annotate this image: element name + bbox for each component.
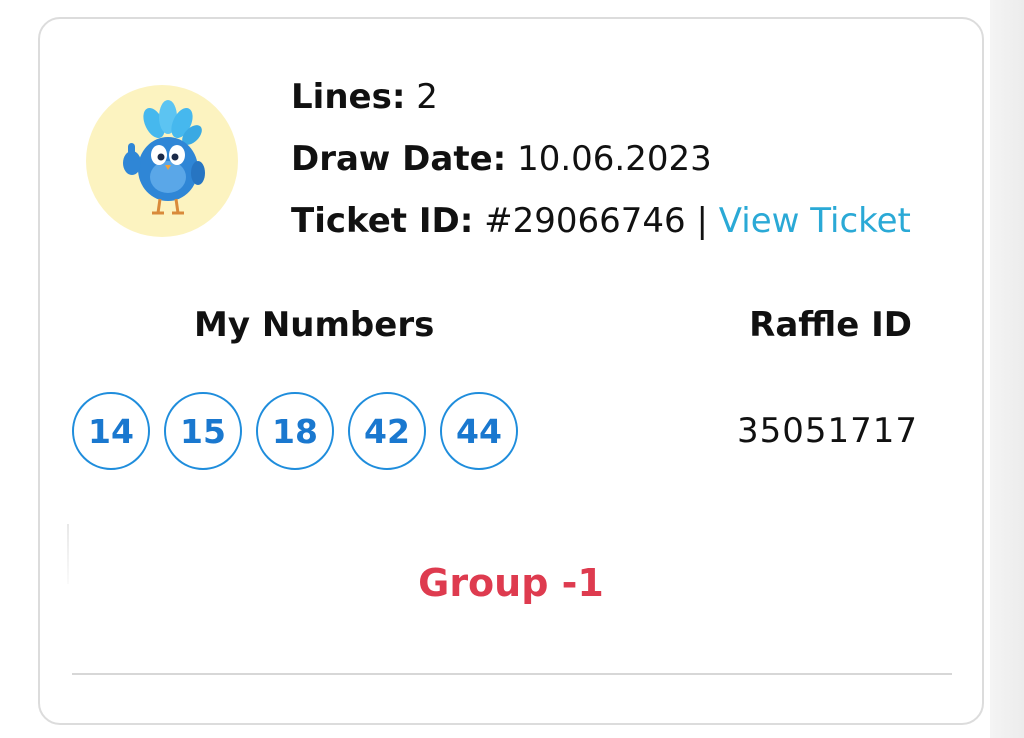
number-ball: 15 <box>164 392 242 470</box>
number-ball: 14 <box>72 392 150 470</box>
card-divider <box>72 673 952 675</box>
number-ball: 42 <box>348 392 426 470</box>
draw-date-value: 10.06.2023 <box>517 139 712 179</box>
draw-date-label: Draw Date: <box>291 139 507 179</box>
mascot-avatar-icon <box>86 85 238 237</box>
view-ticket-link[interactable]: View Ticket <box>719 201 911 241</box>
number-ball: 18 <box>256 392 334 470</box>
group-label: Group -1 <box>418 561 604 605</box>
ticket-id-separator: | <box>696 201 708 241</box>
ticket-id-row: Ticket ID: #29066746 | View Ticket <box>291 201 911 241</box>
lines-label: Lines: <box>291 77 406 117</box>
side-scroll-shade <box>990 0 1024 738</box>
lines-value: 2 <box>416 77 438 117</box>
number-balls: 14 15 18 42 44 <box>72 392 518 470</box>
ticket-id-label: Ticket ID: <box>291 201 474 241</box>
my-numbers-heading: My Numbers <box>194 305 435 345</box>
draw-date-row: Draw Date: 10.06.2023 <box>291 139 712 179</box>
raffle-id-heading: Raffle ID <box>749 305 912 345</box>
number-ball: 44 <box>440 392 518 470</box>
lines-row: Lines: 2 <box>291 77 438 117</box>
ticket-id-value: #29066746 <box>484 201 686 241</box>
raffle-id-value: 35051717 <box>736 411 918 451</box>
ticket-card: Lines: 2 Draw Date: 10.06.2023 Ticket ID… <box>38 17 984 725</box>
